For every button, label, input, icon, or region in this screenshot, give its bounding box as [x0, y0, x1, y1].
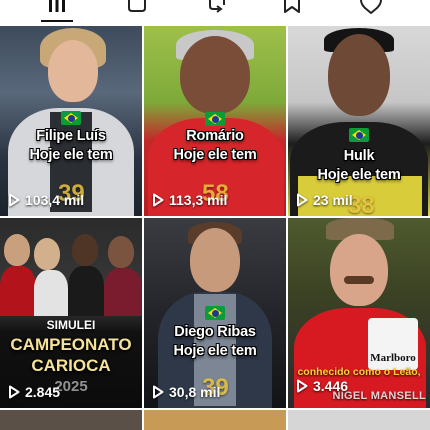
- video-caption-text: Hoje ele tem: [29, 147, 113, 163]
- video-tile-partial[interactable]: [144, 410, 286, 430]
- sponsor-logo: Marlboro: [370, 352, 416, 364]
- overlay-title-line2: CARIOCA: [31, 356, 111, 375]
- square-icon: [128, 0, 146, 12]
- brazil-flag-icon: [61, 111, 81, 125]
- tab-liked[interactable]: [351, 0, 391, 22]
- view-count-text: 30,8 mil: [169, 384, 221, 400]
- view-count: 3.446: [296, 378, 348, 394]
- play-icon: [297, 379, 308, 393]
- tab-reposts[interactable]: [197, 0, 237, 22]
- play-icon: [153, 193, 164, 207]
- play-icon: [297, 193, 308, 207]
- overlay-caption: conhecido como o Leão,: [297, 366, 421, 378]
- video-tile-partial[interactable]: [288, 410, 430, 430]
- bookmark-icon: [284, 0, 300, 13]
- video-caption-name: Hulk: [343, 148, 375, 164]
- overlay-title: CAMPEONATO CARIOCA: [0, 334, 142, 376]
- view-count-text: 3.446: [313, 378, 349, 394]
- video-caption-name: Diego Ribas: [174, 324, 256, 340]
- video-caption-text: Hoje ele tem: [317, 167, 401, 183]
- video-caption-name: Romário: [186, 128, 244, 144]
- overlay-title-line1: CAMPEONATO: [10, 335, 132, 354]
- video-tile-partial[interactable]: [0, 410, 142, 430]
- view-count-text: 2.845: [25, 384, 61, 400]
- play-icon: [153, 385, 164, 399]
- view-count-text: 23 mil: [313, 192, 353, 208]
- video-tile-diego-ribas[interactable]: Diego Ribas Hoje ele tem 39 30,8 mil: [144, 218, 286, 408]
- view-count-text: 113,3 mil: [169, 192, 228, 208]
- video-tile-campeonato-carioca[interactable]: SIMULEI CAMPEONATO CARIOCA 2025 2.845: [0, 218, 142, 408]
- play-icon: [9, 385, 20, 399]
- heart-icon: [360, 0, 382, 14]
- play-icon: [9, 193, 20, 207]
- view-count: 103,4 mil: [8, 192, 84, 208]
- video-tile-nigel-mansell[interactable]: Marlboro conhecido como o Leão, NIGEL MA…: [288, 218, 430, 408]
- brazil-flag-icon: [205, 112, 225, 126]
- view-count: 113,3 mil: [152, 192, 227, 208]
- video-caption-text: Hoje ele tem: [173, 343, 257, 359]
- grid-icon: [49, 0, 65, 12]
- video-tile-romario[interactable]: Romário Hoje ele tem 58 113,3 mil: [144, 26, 286, 216]
- view-count: 23 mil: [296, 192, 353, 208]
- tab-videos-grid[interactable]: [37, 0, 77, 22]
- brazil-flag-icon: [205, 306, 225, 320]
- brazil-flag-icon: [349, 128, 369, 142]
- tab-private[interactable]: [117, 0, 157, 22]
- overlay-subtitle: SIMULEI: [46, 318, 96, 332]
- video-tile-filipe-luis[interactable]: Filipe Luís Hoje ele tem 39 103,4 mil: [0, 26, 142, 216]
- profile-tab-bar: [0, 0, 430, 24]
- repost-icon: [209, 0, 225, 13]
- view-count: 2.845: [8, 384, 60, 400]
- video-caption-name: Filipe Luís: [36, 128, 106, 144]
- video-tile-hulk[interactable]: Hulk Hoje ele tem 38 23 mil: [288, 26, 430, 216]
- view-count-text: 103,4 mil: [25, 192, 85, 208]
- view-count: 30,8 mil: [152, 384, 220, 400]
- video-grid: Filipe Luís Hoje ele tem 39 103,4 mil Ro…: [0, 26, 430, 430]
- tab-favorites[interactable]: [272, 0, 312, 22]
- video-caption-text: Hoje ele tem: [173, 147, 257, 163]
